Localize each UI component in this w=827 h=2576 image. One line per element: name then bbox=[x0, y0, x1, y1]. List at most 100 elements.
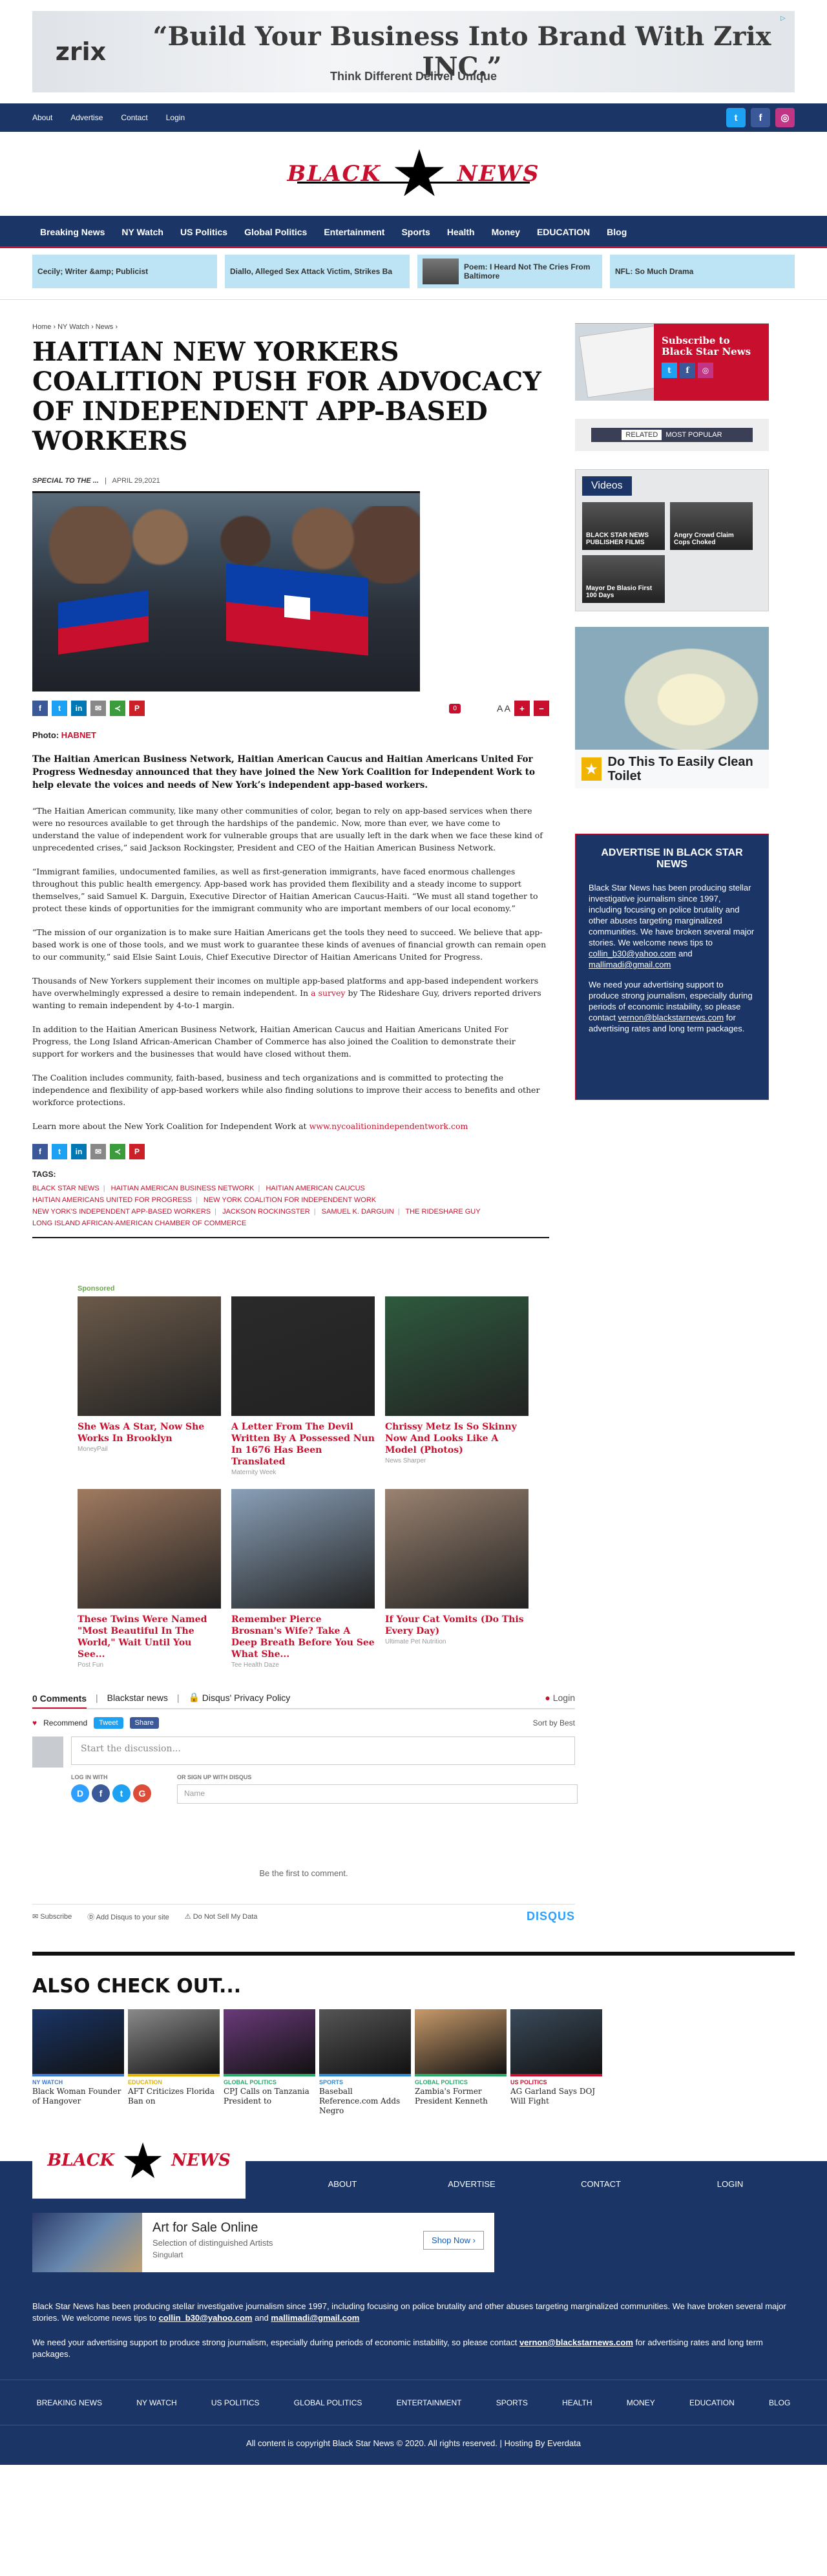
disqus-login-icon[interactable]: D bbox=[71, 1784, 89, 1802]
also-card[interactable]: SPORTS Baseball Reference.com Adds Negro bbox=[319, 2009, 411, 2116]
topnav-advertise[interactable]: Advertise bbox=[70, 113, 103, 122]
share-sharethis-icon[interactable]: ≺ bbox=[110, 701, 125, 716]
email-link[interactable]: collin_b30@yahoo.com bbox=[589, 949, 676, 958]
ticker-item[interactable]: Diallo, Alleged Sex Attack Victim, Strik… bbox=[225, 255, 410, 288]
survey-link[interactable]: a survey bbox=[311, 988, 345, 998]
shop-now-button[interactable]: Shop Now › bbox=[423, 2231, 484, 2250]
also-title[interactable]: AG Garland Says DOJ Will Fight bbox=[510, 2087, 602, 2106]
tag-link[interactable]: NEW YORK COALITION FOR INDEPENDENT WORK bbox=[204, 1196, 376, 1204]
tag-link[interactable]: HAITIAN AMERICAN CAUCUS bbox=[266, 1185, 364, 1192]
also-card[interactable]: GLOBAL POLITICS CPJ Calls on Tanzania Pre… bbox=[224, 2009, 315, 2116]
footer-nav-education[interactable]: EDUCATION bbox=[689, 2398, 735, 2407]
nav-education[interactable]: EDUCATION bbox=[529, 216, 598, 248]
share-email-icon[interactable]: ✉ bbox=[90, 701, 106, 716]
facebook-icon[interactable]: f bbox=[751, 108, 770, 127]
footer-nav-blog[interactable]: BLOG bbox=[769, 2398, 790, 2407]
sponsored-card[interactable]: Remember Pierce Brosnan's Wife? Take A D… bbox=[231, 1489, 375, 1669]
coalition-link[interactable]: www.nycoalitionindependentwork.com bbox=[309, 1121, 468, 1131]
nav-ny-watch[interactable]: NY Watch bbox=[113, 216, 172, 248]
tag-link[interactable]: NEW YORK'S INDEPENDENT APP-BASED WORKERS bbox=[32, 1208, 211, 1216]
facebook-icon[interactable]: f bbox=[680, 363, 695, 378]
ticker-item[interactable]: NFL: So Much Drama bbox=[610, 255, 795, 288]
also-title[interactable]: CPJ Calls on Tanzania President to bbox=[224, 2087, 315, 2106]
topnav-about[interactable]: About bbox=[32, 113, 52, 122]
footer-logo[interactable]: BLACK ★ NEWS bbox=[32, 2122, 246, 2199]
google-login-icon[interactable]: G bbox=[133, 1784, 151, 1802]
tag-link[interactable]: SAMUEL K. DARGUIN bbox=[322, 1208, 394, 1216]
share-twitter-icon[interactable]: t bbox=[52, 1144, 67, 1159]
site-logo[interactable]: BLACK ★ NEWS bbox=[278, 142, 549, 206]
instagram-icon[interactable]: ◎ bbox=[775, 108, 795, 127]
also-category[interactable]: GLOBAL POLITICS bbox=[224, 2079, 315, 2085]
tag-link[interactable]: LONG ISLAND AFRICAN-AMERICAN CHAMBER OF … bbox=[32, 1219, 246, 1227]
share-pinterest-icon[interactable]: P bbox=[129, 1144, 145, 1159]
sponsored-card[interactable]: Chrissy Metz Is So Skinny Now And Looks … bbox=[385, 1296, 529, 1476]
sponsored-card[interactable]: If Your Cat Vomits (Do This Every Day) Ul… bbox=[385, 1489, 529, 1669]
footer-nav-breaking-news[interactable]: BREAKING NEWS bbox=[37, 2398, 102, 2407]
adchoices-icon[interactable]: ▷ bbox=[780, 15, 790, 24]
footer-nav-global-politics[interactable]: GLOBAL POLITICS bbox=[294, 2398, 362, 2407]
nav-blog[interactable]: Blog bbox=[598, 216, 635, 248]
email-link[interactable]: vernon@blackstarnews.com bbox=[618, 1013, 724, 1022]
share-linkedin-icon[interactable]: in bbox=[71, 701, 87, 716]
tweet-button[interactable]: Tweet bbox=[94, 1717, 123, 1729]
article-author[interactable]: SPECIAL TO THE ... bbox=[32, 477, 99, 485]
also-category[interactable]: US POLITICS bbox=[510, 2079, 602, 2085]
share-linkedin-icon[interactable]: in bbox=[71, 1144, 87, 1159]
subscribe-widget[interactable]: Subscribe to Black Star News t f ◎ bbox=[575, 323, 769, 401]
twitter-icon[interactable]: t bbox=[662, 363, 677, 378]
tab-related[interactable]: RELATED bbox=[622, 430, 662, 440]
share-email-icon[interactable]: ✉ bbox=[90, 1144, 106, 1159]
disqus-logo[interactable]: DISQUS bbox=[527, 1910, 575, 1923]
tag-link[interactable]: HAITIAN AMERICAN BUSINESS NETWORK bbox=[111, 1185, 255, 1192]
nav-health[interactable]: Health bbox=[439, 216, 483, 248]
share-pinterest-icon[interactable]: P bbox=[129, 701, 145, 716]
tag-link[interactable]: HAITIAN AMERICANS UNITED FOR PROGRESS bbox=[32, 1196, 192, 1204]
nav-us-politics[interactable]: US Politics bbox=[172, 216, 236, 248]
sponsored-card[interactable]: These Twins Were Named "Most Beautiful I… bbox=[78, 1489, 221, 1669]
share-sharethis-icon[interactable]: ≺ bbox=[110, 1144, 125, 1159]
ticker-item[interactable]: Cecily; Writer &amp; Publicist bbox=[32, 255, 217, 288]
sort-dropdown[interactable]: Sort by Best bbox=[533, 1718, 575, 1727]
also-card[interactable]: GLOBAL POLITICS Zambia's Former President… bbox=[415, 2009, 507, 2116]
email-link[interactable]: mallimadi@gmail.com bbox=[589, 960, 671, 969]
breadcrumb[interactable]: Home › NY Watch › News › bbox=[32, 323, 549, 331]
footer-nav-entertainment[interactable]: ENTERTAINMENT bbox=[397, 2398, 462, 2407]
footer-nav-money[interactable]: MONEY bbox=[627, 2398, 655, 2407]
video-thumbnail[interactable]: BLACK STAR NEWS PUBLISHER FILMS bbox=[582, 502, 665, 550]
footer-login[interactable]: LOGIN bbox=[665, 2179, 795, 2189]
footer-nav-health[interactable]: HEALTH bbox=[562, 2398, 592, 2407]
topnav-contact[interactable]: Contact bbox=[121, 113, 147, 122]
facebook-share-button[interactable]: Share bbox=[129, 1717, 159, 1729]
sponsored-card[interactable]: She Was A Star, Now She Works In Brookly… bbox=[78, 1296, 221, 1476]
email-link[interactable]: vernon@blackstarnews.com bbox=[519, 2338, 633, 2347]
tag-link[interactable]: BLACK STAR NEWS bbox=[32, 1185, 99, 1192]
email-link[interactable]: collin_b30@yahoo.com bbox=[159, 2313, 253, 2323]
footer-advertise[interactable]: ADVERTISE bbox=[407, 2179, 536, 2189]
disqus-privacy-link[interactable]: Disqus' Privacy Policy bbox=[202, 1693, 291, 1703]
footer-nav-sports[interactable]: SPORTS bbox=[496, 2398, 528, 2407]
recommend-button[interactable]: Recommend bbox=[43, 1718, 87, 1727]
nav-entertainment[interactable]: Entertainment bbox=[315, 216, 393, 248]
add-disqus-link[interactable]: Ⓓ Add Disqus to your site bbox=[87, 1912, 169, 1922]
comment-input[interactable]: Start the discussion... bbox=[71, 1737, 575, 1765]
also-card[interactable]: NY WATCH Black Woman Founder of Hangover bbox=[32, 2009, 124, 2116]
also-title[interactable]: Black Woman Founder of Hangover bbox=[32, 2087, 124, 2106]
email-link[interactable]: mallimadi@gmail.com bbox=[271, 2313, 359, 2323]
instagram-icon[interactable]: ◎ bbox=[698, 363, 713, 378]
tag-link[interactable]: THE RIDESHARE GUY bbox=[405, 1208, 480, 1216]
twitter-icon[interactable]: t bbox=[726, 108, 746, 127]
nav-global-politics[interactable]: Global Politics bbox=[236, 216, 315, 248]
topnav-login[interactable]: Login bbox=[166, 113, 185, 122]
share-twitter-icon[interactable]: t bbox=[52, 701, 67, 716]
also-category[interactable]: EDUCATION bbox=[128, 2079, 220, 2085]
share-facebook-icon[interactable]: f bbox=[32, 1144, 48, 1159]
nav-sports[interactable]: Sports bbox=[393, 216, 438, 248]
nav-money[interactable]: Money bbox=[483, 216, 529, 248]
also-card[interactable]: EDUCATION AFT Criticizes Florida Ban on bbox=[128, 2009, 220, 2116]
comment-count-badge[interactable]: 0 bbox=[449, 703, 461, 713]
footer-about[interactable]: ABOUT bbox=[278, 2179, 407, 2189]
art-ad[interactable]: Art for Sale Online Selection of disting… bbox=[32, 2213, 494, 2272]
footer-nav-ny-watch[interactable]: NY WATCH bbox=[136, 2398, 176, 2407]
decrease-font-button[interactable]: − bbox=[534, 701, 549, 716]
